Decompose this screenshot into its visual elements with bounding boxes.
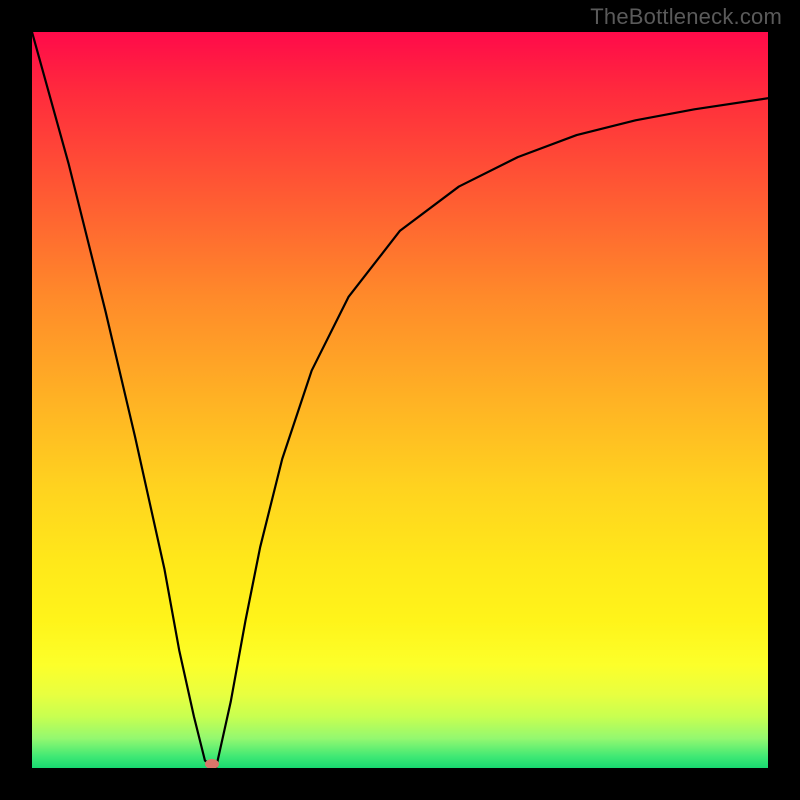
minimum-marker [205,759,219,768]
watermark-text: TheBottleneck.com [590,4,782,30]
bottleneck-curve [32,32,768,768]
plot-area [32,32,768,768]
chart-frame: TheBottleneck.com [0,0,800,800]
